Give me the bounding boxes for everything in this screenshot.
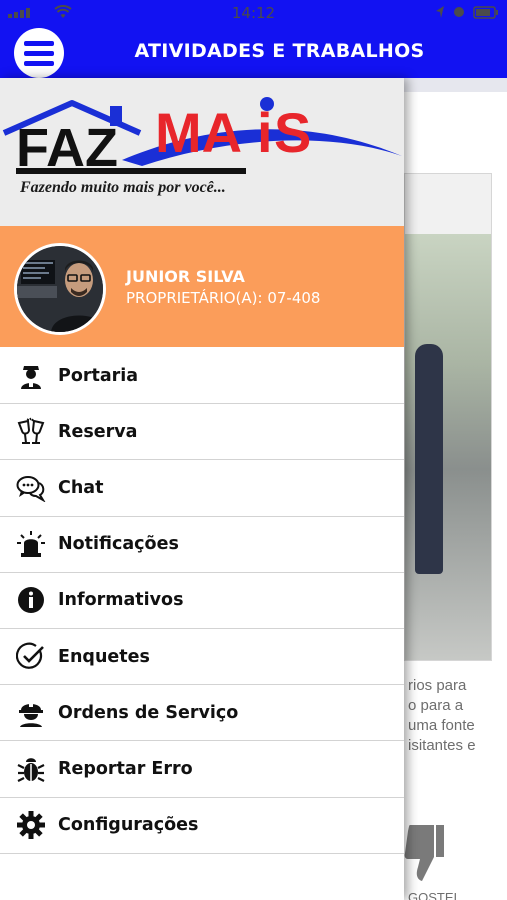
menu-item-enquetes[interactable]: Enquetes <box>0 629 404 686</box>
menu-item-notificacoes[interactable]: Notificações <box>0 517 404 573</box>
battery-icon <box>473 5 498 19</box>
menu-label-enquetes: Enquetes <box>58 646 150 667</box>
chat-bubbles-icon <box>15 472 47 504</box>
menu-label-ordens-servico: Ordens de Serviço <box>58 702 239 723</box>
info-icon <box>15 584 47 616</box>
menu-label-portaria: Portaria <box>58 365 139 386</box>
menu-label-reserva: Reserva <box>58 421 138 442</box>
menu-label-chat: Chat <box>58 477 104 498</box>
menu-label-reportar-erro: Reportar Erro <box>58 758 193 779</box>
bug-icon <box>15 753 47 785</box>
status-bar: 14:12 <box>0 0 507 26</box>
gear-icon <box>15 809 47 841</box>
profile-card[interactable]: JUNIOR SILVA PROPRIETÁRIO(A): 07-408 <box>0 226 404 347</box>
menu-item-reserva[interactable]: Reserva <box>0 404 404 461</box>
menu-item-reportar-erro[interactable]: Reportar Erro <box>0 741 404 798</box>
avatar-photo <box>17 246 103 332</box>
check-circle-icon <box>15 641 47 673</box>
siren-icon <box>15 528 47 560</box>
alarm-icon <box>454 7 464 17</box>
fazmais-logo: FAZ MA i S <box>2 97 402 178</box>
worker-helmet-icon <box>15 697 47 729</box>
menu-item-configuracoes[interactable]: Configurações <box>0 798 404 854</box>
drawer-menu: Portaria Reserva Chat Notificações Infor <box>0 348 404 854</box>
menu-label-configuracoes: Configurações <box>58 815 199 836</box>
logo-word-ma: MA <box>155 101 242 164</box>
doorman-icon <box>15 360 47 392</box>
logo-area: FAZ MA i S Fazendo muito mais por você..… <box>0 78 404 226</box>
avatar[interactable] <box>14 243 106 335</box>
menu-item-chat[interactable]: Chat <box>0 460 404 517</box>
status-time: 14:12 <box>231 4 276 22</box>
profile-role: PROPRIETÁRIO(A): 07-408 <box>126 289 321 307</box>
logo-word-s: S <box>274 101 311 164</box>
page-title: ATIVIDADES E TRABALHOS <box>134 40 425 62</box>
menu-label-informativos: Informativos <box>58 590 184 611</box>
logo-tagline: Fazendo muito mais por você... <box>20 179 226 196</box>
side-drawer: FAZ MA i S Fazendo muito mais por você..… <box>0 78 404 900</box>
thumb-down-icon[interactable] <box>404 823 444 885</box>
like-label: GOSTEI <box>408 890 458 900</box>
app-header: ATIVIDADES E TRABALHOS <box>0 26 507 78</box>
toast-glasses-icon <box>15 416 47 448</box>
post-card <box>404 173 492 661</box>
menu-label-notificacoes: Notificações <box>58 534 179 555</box>
menu-item-portaria[interactable]: Portaria <box>0 348 404 405</box>
post-text: rios para o para a uma fonte isitantes e <box>408 677 476 754</box>
location-icon <box>436 6 444 18</box>
menu-item-ordens-servico[interactable]: Ordens de Serviço <box>0 685 404 742</box>
menu-item-informativos[interactable]: Informativos <box>0 573 404 629</box>
profile-name: JUNIOR SILVA <box>126 267 245 286</box>
